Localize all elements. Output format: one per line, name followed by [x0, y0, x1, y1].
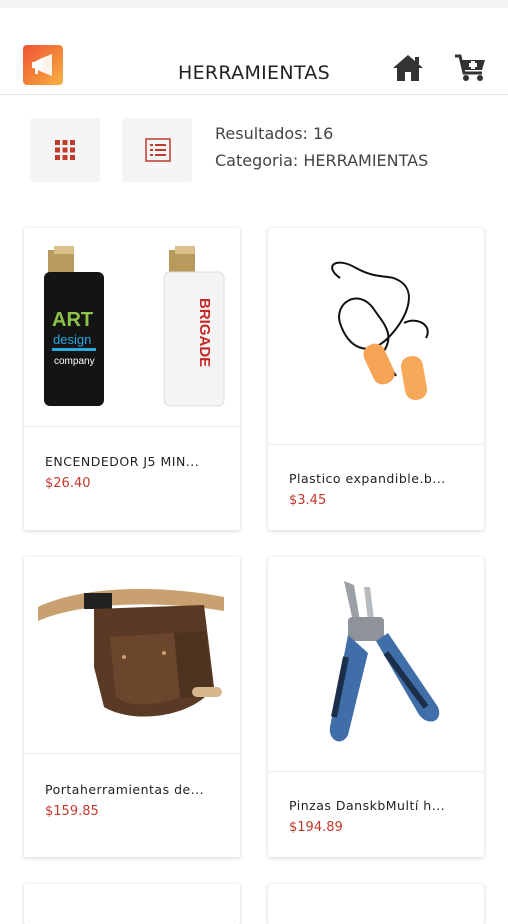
home-icon: [393, 55, 423, 81]
results-count: Resultados: 16: [215, 124, 334, 143]
lighter-logo-design: design: [53, 332, 91, 347]
product-price: $159.85: [45, 804, 99, 819]
product-card[interactable]: Plastico expandible.b... $3.45: [268, 228, 484, 530]
app-header: HERRAMIENTAS: [0, 8, 508, 95]
product-card[interactable]: [24, 884, 240, 924]
product-name: ENCENDEDOR J5 MIN...: [45, 454, 200, 469]
product-card[interactable]: [268, 884, 484, 924]
product-image: [268, 557, 484, 772]
product-card[interactable]: ART design company BRIGADE ENCENDEDOR J5…: [24, 228, 240, 530]
product-image: ART design company BRIGADE: [24, 228, 240, 427]
product-name: Pinzas DanskbMultí h...: [289, 798, 446, 813]
product-price: $3.45: [289, 493, 327, 508]
product-name: Portaherramientas de...: [45, 782, 205, 797]
home-button[interactable]: [390, 52, 426, 84]
product-image: [268, 228, 484, 445]
grid-view-icon: [55, 140, 75, 160]
lighter-logo-company: company: [54, 356, 95, 367]
product-price: $194.89: [289, 820, 343, 835]
add-to-cart-icon: [455, 54, 485, 81]
product-card[interactable]: Portaherramientas de... $159.85: [24, 557, 240, 857]
results-category: Categoria: HERRAMIENTAS: [215, 151, 429, 170]
lighter-logo-art: ART: [52, 309, 93, 331]
product-price: $26.40: [45, 476, 91, 491]
results-info: Resultados: 16 Categoria: HERRAMIENTAS: [215, 120, 428, 174]
lighter-brand-text: BRIGADE: [196, 298, 213, 367]
list-view-button[interactable]: [122, 118, 192, 182]
product-name: Plastico expandible.b...: [289, 471, 446, 486]
grid-view-button[interactable]: [30, 118, 100, 182]
list-view-icon: [145, 138, 171, 162]
page-title: HERRAMIENTAS: [178, 62, 330, 84]
product-card[interactable]: Pinzas DanskbMultí h... $194.89: [268, 557, 484, 857]
cart-button[interactable]: [453, 52, 489, 84]
product-image: [24, 557, 240, 754]
